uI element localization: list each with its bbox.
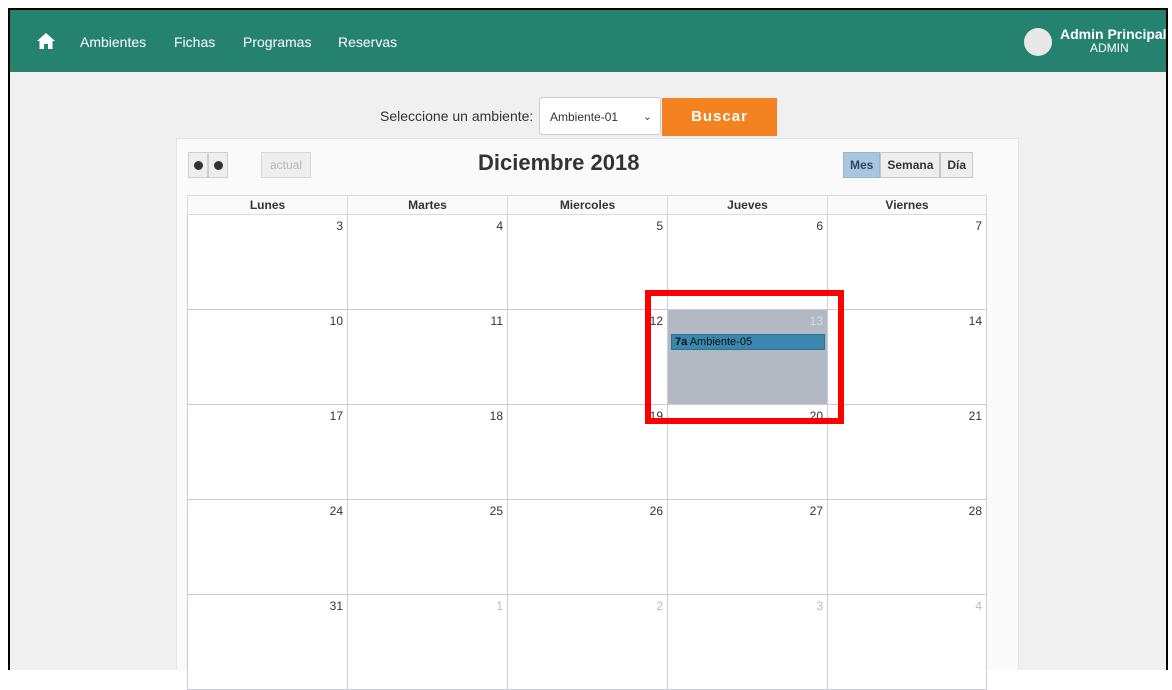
day-number: 26: [649, 504, 663, 518]
prev-month-button[interactable]: [188, 152, 208, 178]
calendar-week-row: 17 18 19 20 21: [187, 405, 987, 500]
day-number: 28: [968, 504, 982, 518]
calendar-week-row: 3 4 5 6 7: [187, 215, 987, 310]
day-number: 18: [489, 409, 503, 423]
ambiente-select[interactable]: Ambiente-01 ⌄: [539, 97, 661, 135]
chevron-down-icon: ⌄: [642, 111, 652, 123]
calendar-day-cell[interactable]: 14: [827, 310, 987, 405]
calendar-day-cell[interactable]: 31: [187, 595, 347, 690]
calendar-day-cell[interactable]: 26: [507, 500, 667, 595]
calendar-week-row: 10 11 12 13 7a Ambiente-05 14: [187, 310, 987, 405]
view-switcher: Mes Semana Día: [843, 152, 974, 178]
day-number: 2: [656, 599, 663, 613]
ambiente-select-value: Ambiente-01: [550, 110, 619, 124]
next-month-button[interactable]: [208, 152, 228, 178]
weekday-header-cell: Jueves: [667, 195, 827, 215]
day-number: 17: [329, 409, 343, 423]
calendar-day-cell[interactable]: 24: [187, 500, 347, 595]
calendar-grid: Lunes Martes Miercoles Jueves Viernes 3 4…: [187, 195, 987, 690]
weekday-header-cell: Lunes: [187, 195, 347, 215]
calendar-day-cell[interactable]: 12: [507, 310, 667, 405]
calendar-day-cell[interactable]: 27: [667, 500, 827, 595]
weekday-header: Lunes Martes Miercoles Jueves Viernes: [187, 195, 987, 215]
day-number: 4: [975, 599, 982, 613]
day-number: 5: [656, 219, 663, 233]
weekday-header-cell: Miercoles: [507, 195, 667, 215]
day-number: 1: [496, 599, 503, 613]
user-name: Admin Principal: [1060, 26, 1167, 42]
day-number: 11: [490, 314, 503, 328]
calendar-day-cell[interactable]: 11: [347, 310, 507, 405]
day-number: 3: [336, 219, 343, 233]
day-number: 27: [809, 504, 823, 518]
nav-link-ambientes[interactable]: Ambientes: [80, 34, 146, 50]
calendar-weeks: 3 4 5 6 7 10 11 12 13 7a Ambiente-05 14 17 18 19 20 21 2…: [187, 215, 987, 690]
calendar-week-row: 31 1 2 3 4: [187, 595, 987, 690]
day-number: 21: [968, 409, 982, 423]
calendar-day-cell[interactable]: 25: [347, 500, 507, 595]
day-number: 20: [809, 409, 823, 423]
weekday-header-cell: Viernes: [827, 195, 987, 215]
day-number: 25: [489, 504, 503, 518]
calendar-day-cell[interactable]: 17: [187, 405, 347, 500]
day-number: 19: [649, 409, 663, 423]
calendar-day-cell[interactable]: 13 7a Ambiente-05: [667, 310, 827, 405]
calendar-day-cell[interactable]: 1: [347, 595, 507, 690]
calendar-day-cell[interactable]: 7: [827, 215, 987, 310]
ambiente-select-label: Seleccione un ambiente:: [380, 108, 534, 124]
calendar-day-cell[interactable]: 4: [347, 215, 507, 310]
buscar-button[interactable]: Buscar: [662, 98, 777, 136]
day-number: 6: [816, 219, 823, 233]
day-number: 13: [809, 314, 823, 328]
view-week-button[interactable]: Semana: [880, 152, 941, 178]
user-role: ADMIN: [1090, 41, 1129, 55]
day-number: 24: [329, 504, 343, 518]
day-number: 4: [496, 219, 503, 233]
calendar-day-cell[interactable]: 3: [187, 215, 347, 310]
nav-link-fichas[interactable]: Fichas: [174, 34, 215, 50]
day-number: 12: [649, 314, 663, 328]
avatar[interactable]: [1024, 28, 1052, 56]
day-number: 7: [975, 219, 982, 233]
day-number: 3: [816, 599, 823, 613]
view-day-button[interactable]: Día: [940, 152, 974, 178]
home-icon[interactable]: [36, 32, 56, 50]
calendar-day-cell[interactable]: 10: [187, 310, 347, 405]
calendar-day-cell[interactable]: 19: [507, 405, 667, 500]
weekday-header-cell: Martes: [347, 195, 507, 215]
calendar-day-cell[interactable]: 4: [827, 595, 987, 690]
calendar-day-cell[interactable]: 2: [507, 595, 667, 690]
calendar-nav-buttons: [188, 152, 228, 178]
event-title: Ambiente-05: [689, 336, 753, 348]
navbar: Ambientes Fichas Programas Reservas Admi…: [10, 10, 1166, 72]
calendar-event[interactable]: 7a Ambiente-05: [671, 334, 825, 350]
circle-left-icon: [193, 160, 203, 170]
circle-right-icon: [213, 160, 223, 170]
day-number: 14: [968, 314, 982, 328]
day-number: 10: [329, 314, 343, 328]
nav-link-reservas[interactable]: Reservas: [338, 34, 397, 50]
calendar-title: Diciembre 2018: [478, 150, 640, 175]
calendar-day-cell[interactable]: 3: [667, 595, 827, 690]
calendar-day-cell[interactable]: 21: [827, 405, 987, 500]
nav-link-programas[interactable]: Programas: [243, 34, 311, 50]
event-time: 7a: [675, 336, 688, 348]
calendar-week-row: 24 25 26 27 28: [187, 500, 987, 595]
view-month-button[interactable]: Mes: [843, 152, 881, 178]
calendar-day-cell[interactable]: 20: [667, 405, 827, 500]
day-number: 31: [329, 599, 343, 613]
calendar-day-cell[interactable]: 18: [347, 405, 507, 500]
calendar-day-cell[interactable]: 5: [507, 215, 667, 310]
calendar-day-cell[interactable]: 28: [827, 500, 987, 595]
calendar-day-cell[interactable]: 6: [667, 215, 827, 310]
today-button[interactable]: actual: [261, 152, 311, 178]
